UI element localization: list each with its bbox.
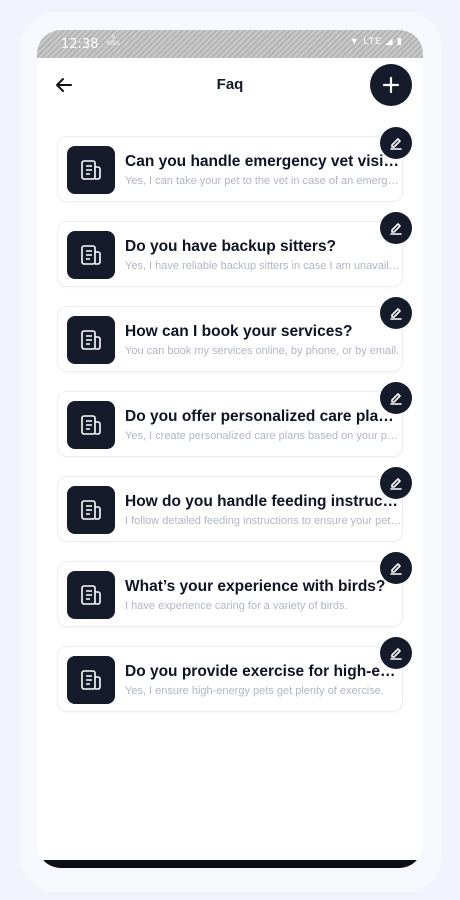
faq-card[interactable]: Can you handle emergency vet visits? Yes… bbox=[57, 127, 412, 202]
faq-answer: I follow detailed feeding instructions t… bbox=[125, 515, 403, 527]
edit-button[interactable] bbox=[380, 212, 412, 244]
pencil-icon bbox=[390, 308, 402, 320]
faq-answer: You can book my services online, by phon… bbox=[125, 345, 400, 357]
faq-question: Can you handle emergency vet visits? bbox=[125, 153, 403, 170]
network-speed: 0 KB/s bbox=[107, 35, 120, 47]
faq-card[interactable]: How can I book your services? You can bo… bbox=[57, 297, 412, 372]
status-bar: 12:38 0 KB/s ▼ LTE ◢ ▮ bbox=[37, 30, 423, 58]
add-faq-button[interactable] bbox=[370, 64, 412, 106]
faq-question: Do you offer personalized care plans? bbox=[125, 408, 403, 425]
signal-icon: ◢ bbox=[385, 36, 394, 46]
status-time: 12:38 bbox=[61, 37, 99, 52]
document-icon bbox=[67, 656, 115, 704]
edit-button[interactable] bbox=[380, 467, 412, 499]
edit-button[interactable] bbox=[380, 127, 412, 159]
faq-answer: Yes, I create personalized care plans ba… bbox=[125, 430, 403, 442]
faq-card[interactable]: What’s your experience with birds? I hav… bbox=[57, 552, 412, 627]
document-icon bbox=[67, 486, 115, 534]
pencil-icon bbox=[390, 393, 402, 405]
edit-button[interactable] bbox=[380, 297, 412, 329]
faq-question: Do you provide exercise for high-energy … bbox=[125, 663, 403, 680]
faq-card[interactable]: Do you provide exercise for high-energy … bbox=[57, 637, 412, 712]
pencil-icon bbox=[390, 138, 402, 150]
faq-answer: I have experience caring for a variety o… bbox=[125, 600, 348, 612]
network-speed-unit: KB/s bbox=[107, 41, 120, 47]
pencil-icon bbox=[390, 478, 402, 490]
pencil-icon bbox=[390, 648, 402, 660]
edit-button[interactable] bbox=[380, 552, 412, 584]
plus-icon bbox=[382, 76, 400, 94]
faq-card[interactable]: How do you handle feeding instructions? … bbox=[57, 467, 412, 542]
faq-list: Can you handle emergency vet visits? Yes… bbox=[57, 127, 412, 731]
document-icon bbox=[67, 146, 115, 194]
document-icon bbox=[67, 571, 115, 619]
document-icon bbox=[67, 316, 115, 364]
navigation-bar bbox=[37, 860, 423, 868]
document-icon bbox=[67, 401, 115, 449]
wifi-icon: ▼ bbox=[349, 36, 360, 46]
faq-question: What’s your experience with birds? bbox=[125, 578, 386, 595]
faq-question: How can I book your services? bbox=[125, 323, 353, 340]
faq-answer: Yes, I have reliable backup sitters in c… bbox=[125, 260, 403, 272]
pencil-icon bbox=[390, 223, 402, 235]
network-type: LTE bbox=[363, 36, 383, 46]
edit-button[interactable] bbox=[380, 637, 412, 669]
pencil-icon bbox=[390, 563, 402, 575]
edit-button[interactable] bbox=[380, 382, 412, 414]
battery-icon: ▮ bbox=[397, 36, 403, 46]
faq-card[interactable]: Do you have backup sitters? Yes, I have … bbox=[57, 212, 412, 287]
page-title: Faq bbox=[216, 76, 244, 93]
document-icon bbox=[67, 231, 115, 279]
faq-card[interactable]: Do you offer personalized care plans? Ye… bbox=[57, 382, 412, 457]
app-screen: 12:38 0 KB/s ▼ LTE ◢ ▮ Faq Can you handl… bbox=[37, 30, 423, 868]
faq-question: Do you have backup sitters? bbox=[125, 238, 337, 255]
faq-answer: Yes, I can take your pet to the vet in c… bbox=[125, 175, 403, 187]
faq-question: How do you handle feeding instructions? bbox=[125, 493, 403, 510]
status-icons: ▼ LTE ◢ ▮ bbox=[350, 36, 403, 47]
faq-answer: Yes, I ensure high-energy pets get plent… bbox=[125, 685, 384, 697]
